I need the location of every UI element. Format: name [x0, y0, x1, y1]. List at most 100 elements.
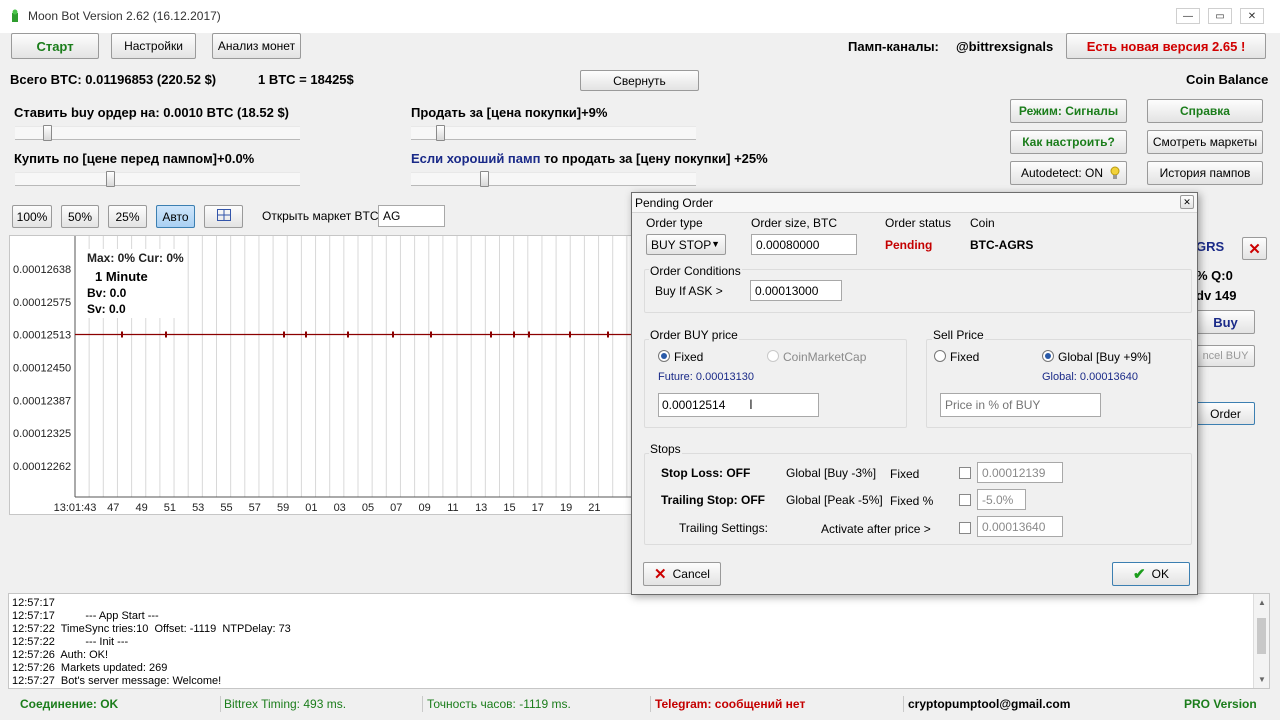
- new-version-button[interactable]: Есть новая версия 2.65 !: [1066, 33, 1266, 59]
- side-buy-button[interactable]: Buy: [1196, 310, 1255, 334]
- order-status-value: Pending: [885, 238, 933, 252]
- sell-global-radio[interactable]: [1042, 350, 1054, 362]
- log-line: 12:57:17: [12, 597, 55, 609]
- percent-100-button[interactable]: 100%: [12, 205, 52, 228]
- scroll-up-icon[interactable]: ▲: [1258, 596, 1266, 609]
- slider-thumb[interactable]: [42, 125, 52, 141]
- window-title: Moon Bot Version 2.62 (16.12.2017): [28, 9, 221, 23]
- good-pump-slider[interactable]: [411, 171, 696, 187]
- minimize-button[interactable]: —: [1176, 8, 1200, 24]
- sell-fixed-radio[interactable]: [934, 350, 946, 362]
- activate-after-checkbox[interactable]: [959, 522, 971, 534]
- status-timing: Bittrex Timing: 493 ms.: [224, 697, 347, 711]
- buy-fixed-radio[interactable]: [658, 350, 670, 362]
- status-clock: Точность часов: -1119 ms.: [427, 697, 571, 711]
- dialog-title: Pending Order: [635, 196, 714, 210]
- chart-x-tick-label: 13: [475, 502, 487, 514]
- collapse-button[interactable]: Свернуть: [580, 70, 699, 91]
- coin-balance-label: Coin Balance: [1186, 72, 1269, 87]
- buy-if-ask-input[interactable]: 0.00013000: [750, 280, 842, 301]
- chart-sv: Sv: 0.0: [87, 302, 126, 316]
- buy-coinmarketcap-label: CoinMarketCap: [783, 350, 867, 364]
- log-scrollbar[interactable]: ▲ ▼: [1253, 594, 1269, 688]
- view-markets-button[interactable]: Смотреть маркеты: [1147, 130, 1263, 154]
- btc-rate: 1 BTC = 18425$: [258, 72, 354, 87]
- settings-button[interactable]: Настройки: [111, 33, 196, 59]
- coin-label: Coin: [970, 216, 995, 230]
- side-close-button[interactable]: ✕: [1242, 237, 1267, 260]
- activate-after-input[interactable]: 0.00013640: [977, 516, 1063, 537]
- percent-50-button[interactable]: 50%: [61, 205, 99, 228]
- trailing-stop-input[interactable]: -5.0%: [977, 489, 1026, 510]
- sell-global-label: Global [Buy +9%]: [1058, 350, 1152, 364]
- buy-at-slider[interactable]: [15, 171, 300, 187]
- help-button[interactable]: Справка: [1147, 99, 1263, 123]
- status-telegram: Telegram: сообщений нет: [655, 697, 806, 711]
- sell-percent-input[interactable]: [940, 393, 1101, 417]
- stop-loss-input[interactable]: 0.00012139: [977, 462, 1063, 483]
- chart-x-tick-label: 57: [249, 502, 261, 514]
- chart-x-tick-label: 03: [334, 502, 346, 514]
- mode-signals-button[interactable]: Режим: Сигналы: [1010, 99, 1127, 123]
- status-bar: Соединение: OK Bittrex Timing: 493 ms. Т…: [8, 694, 1272, 714]
- scroll-down-icon[interactable]: ▼: [1258, 673, 1266, 686]
- ok-label: OK: [1151, 567, 1169, 581]
- price-chart[interactable]: 0.00012638 0.00012575 0.00012513 0.00012450…: [9, 235, 709, 515]
- side-order-button[interactable]: Order: [1196, 402, 1255, 425]
- slider-thumb[interactable]: [435, 125, 445, 141]
- chart-x-tick-label: 53: [192, 502, 204, 514]
- percent-25-button[interactable]: 25%: [108, 205, 147, 228]
- autodetect-button[interactable]: Autodetect: ON: [1010, 161, 1127, 185]
- side-q: % Q:0: [1196, 268, 1233, 283]
- chart-x-tick-label: 49: [135, 502, 147, 514]
- sell-slider[interactable]: [411, 125, 696, 141]
- bulb-icon: [1110, 166, 1120, 183]
- chart-x-tick-label: 17: [532, 502, 544, 514]
- analyze-coins-button[interactable]: Анализ монет: [212, 33, 301, 59]
- grid-toggle-button[interactable]: [204, 205, 243, 228]
- slider-thumb[interactable]: [480, 171, 489, 187]
- chart-x-tick-label: 15: [503, 502, 515, 514]
- open-market-input[interactable]: AG: [378, 205, 445, 227]
- text-cursor-icon: I: [749, 396, 753, 412]
- trailing-stop-label: Trailing Stop: OFF: [661, 493, 765, 507]
- buy-price-input[interactable]: 0.00012514 I: [658, 393, 819, 417]
- chart-max-cur: Max: 0% Cur: 0%: [87, 251, 184, 265]
- good-pump-prefix: Если хороший памп: [411, 151, 541, 166]
- start-button[interactable]: Старт: [11, 33, 99, 59]
- order-size-input[interactable]: 0.00080000: [751, 234, 857, 255]
- chart-x-tick-label: 11: [447, 502, 458, 514]
- maximize-button[interactable]: ▭: [1208, 8, 1232, 24]
- side-cancel-buy-button[interactable]: ncel BUY: [1196, 345, 1255, 367]
- close-button[interactable]: ✕: [1240, 8, 1264, 24]
- order-conditions-label: Order Conditions: [649, 264, 742, 278]
- chart-x-tick-label: 47: [107, 502, 119, 514]
- pending-order-dialog[interactable]: Pending Order ✕ Order type BUY STOP ▼ Or…: [631, 192, 1198, 595]
- how-to-setup-button[interactable]: Как настроить?: [1010, 130, 1127, 154]
- order-type-label: Order type: [646, 216, 703, 230]
- trailing-stop-checkbox[interactable]: [959, 494, 971, 506]
- future-price: Future: 0.00013130: [658, 371, 755, 383]
- scroll-thumb[interactable]: [1257, 618, 1266, 654]
- log-line: 12:57:17 --- App Start ---: [12, 610, 159, 622]
- pump-history-button[interactable]: История пампов: [1147, 161, 1263, 185]
- cancel-button[interactable]: ✕ Cancel: [643, 562, 721, 586]
- stop-loss-checkbox[interactable]: [959, 467, 971, 479]
- status-separator: [220, 696, 221, 712]
- pump-channel-name: @bittrexsignals: [956, 39, 1054, 54]
- total-btc: Всего BTC: 0.01196853 (220.52 $): [10, 72, 217, 87]
- ok-button[interactable]: ✔ OK: [1112, 562, 1190, 586]
- sell-fixed-label: Fixed: [950, 350, 980, 364]
- log-line: 12:57:22 TimeSync tries:10 Offset: -1119…: [12, 623, 291, 635]
- auto-button[interactable]: Авто: [156, 205, 195, 228]
- order-status-label: Order status: [885, 216, 952, 230]
- good-pump-suffix: то продать за [цену покупки] +25%: [544, 151, 768, 166]
- order-type-select[interactable]: BUY STOP ▼: [646, 234, 726, 255]
- chart-x-tick-label: 05: [362, 502, 374, 514]
- buy-order-slider[interactable]: [15, 125, 300, 141]
- dialog-close-button[interactable]: ✕: [1180, 195, 1194, 209]
- slider-thumb[interactable]: [106, 171, 116, 187]
- buy-coinmarketcap-radio[interactable]: [767, 350, 779, 362]
- close-icon: ✕: [1248, 240, 1261, 258]
- autodetect-label: Autodetect: ON: [1021, 166, 1104, 180]
